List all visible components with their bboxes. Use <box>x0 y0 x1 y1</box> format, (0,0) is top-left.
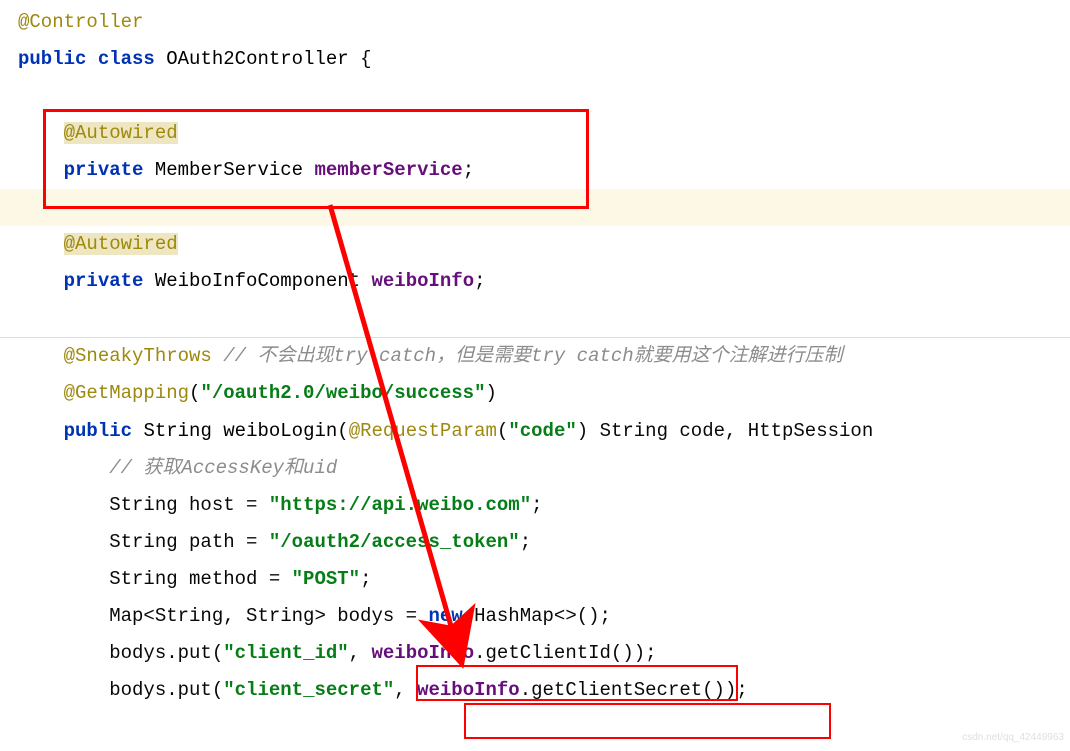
string-literal: "/oauth2.0/weibo/success" <box>200 382 485 404</box>
watermark-text: csdn.net/qq_42449963 <box>962 728 1064 748</box>
code-line: String host = "https://api.weibo.com"; <box>0 487 1070 524</box>
code-line: Map<String, String> bodys = new HashMap<… <box>0 598 1070 635</box>
string-literal: "https://api.weibo.com" <box>269 494 531 516</box>
code-editor-viewport: @Controller public class OAuth2Controlle… <box>0 0 1070 709</box>
code-line: @Controller <box>0 4 1070 41</box>
code-line: // 获取AccessKey和uid <box>0 450 1070 487</box>
keyword-private: private <box>64 270 144 292</box>
string-literal: "code" <box>508 420 576 442</box>
field-weiboinfo-usage: weiboInfo <box>371 642 474 664</box>
code-line: String method = "POST"; <box>0 561 1070 598</box>
string-literal: "client_id" <box>223 642 348 664</box>
comment-text: // 获取AccessKey和uid <box>109 457 337 479</box>
string-literal: "client_secret" <box>223 679 394 701</box>
code-line-highlighted <box>0 189 1070 226</box>
code-line: @Autowired <box>0 115 1070 152</box>
method-name: weiboLogin <box>223 420 337 442</box>
comment-text: // 不会出现try catch，但是需要try catch就要用这个注解进行压… <box>212 345 843 367</box>
annotation-controller: @Controller <box>18 11 143 33</box>
string-literal: "POST" <box>292 568 360 590</box>
code-line: public class OAuth2Controller { <box>0 41 1070 78</box>
keyword-public: public <box>64 420 132 442</box>
type-weiboinfocomponent: WeiboInfoComponent <box>155 270 360 292</box>
keyword-private: private <box>64 159 144 181</box>
code-line: bodys.put("client_secret", weiboInfo.get… <box>0 672 1070 709</box>
code-line: private MemberService memberService; <box>0 152 1070 189</box>
annotation-autowired: @Autowired <box>64 122 178 144</box>
annotation-getmapping: @GetMapping <box>64 382 189 404</box>
annotation-autowired: @Autowired <box>64 233 178 255</box>
keyword-public: public <box>18 48 86 70</box>
string-literal: "/oauth2/access_token" <box>269 531 520 553</box>
code-line-blank <box>0 78 1070 115</box>
keyword-new: new <box>428 605 462 627</box>
code-line: String path = "/oauth2/access_token"; <box>0 524 1070 561</box>
annotation-sneakythrows: @SneakyThrows <box>64 345 212 367</box>
field-weiboinfo-usage: weiboInfo <box>417 679 520 701</box>
code-line-blank <box>0 300 1070 337</box>
field-weiboinfo: weiboInfo <box>371 270 474 292</box>
field-memberservice: memberService <box>314 159 462 181</box>
code-line: @GetMapping("/oauth2.0/weibo/success") <box>0 375 1070 412</box>
code-line: public String weiboLogin(@RequestParam("… <box>0 413 1070 450</box>
code-line: @Autowired <box>0 226 1070 263</box>
annotation-requestparam: @RequestParam <box>349 420 497 442</box>
class-name: OAuth2Controller <box>166 48 348 70</box>
keyword-class: class <box>98 48 155 70</box>
type-memberservice: MemberService <box>155 159 303 181</box>
code-line: @SneakyThrows // 不会出现try catch，但是需要try c… <box>0 338 1070 375</box>
code-line: private WeiboInfoComponent weiboInfo; <box>0 263 1070 300</box>
code-line: bodys.put("client_id", weiboInfo.getClie… <box>0 635 1070 672</box>
